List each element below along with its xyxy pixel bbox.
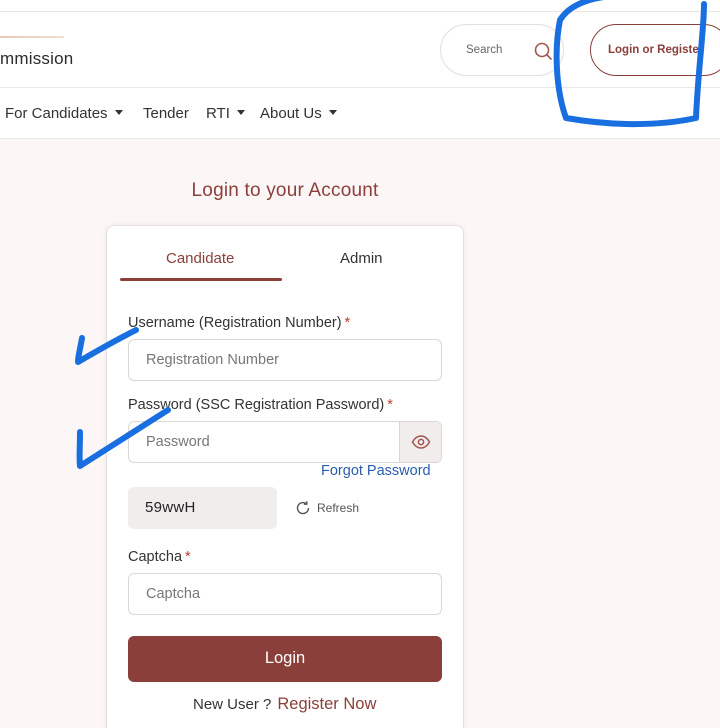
refresh-label: Refresh xyxy=(317,501,360,515)
captcha-code: 59wwH xyxy=(145,499,196,516)
top-strip xyxy=(0,0,720,12)
search-box[interactable]: Search xyxy=(440,24,564,76)
caret-down-icon xyxy=(236,110,245,115)
nav-item-tender[interactable]: Tender xyxy=(143,105,189,122)
eye-icon xyxy=(411,435,431,449)
nav-item-label: For Candidates xyxy=(5,105,108,122)
captcha-placeholder: Captcha xyxy=(146,586,201,602)
main-nav: For Candidates Tender RTI About Us xyxy=(0,88,720,139)
page-title: Login to your Account xyxy=(191,180,379,201)
login-submit-label: Login xyxy=(264,649,306,667)
new-user-row: New User ? Register Now xyxy=(193,695,376,714)
login-submit-button[interactable]: Login xyxy=(128,636,442,682)
login-register-button[interactable]: Login or Registe xyxy=(590,24,720,76)
new-user-text: New User ? xyxy=(193,696,272,713)
search-icon[interactable] xyxy=(533,41,553,61)
nav-item-rti[interactable]: RTI xyxy=(206,105,245,122)
nav-item-label: RTI xyxy=(206,105,230,122)
refresh-icon xyxy=(296,501,310,515)
nav-item-label: Tender xyxy=(143,105,189,122)
username-input[interactable]: Registration Number xyxy=(128,339,442,381)
captcha-label: Captcha * xyxy=(128,549,191,565)
brand-title: mmission xyxy=(0,49,74,68)
password-label: Password (SSC Registration Password) * xyxy=(128,397,393,413)
required-mark: * xyxy=(344,315,351,331)
caret-down-icon xyxy=(114,110,123,115)
captcha-image: 59wwH xyxy=(128,487,277,529)
forgot-password-link[interactable]: Forgot Password xyxy=(321,463,431,479)
password-placeholder: Password xyxy=(146,434,210,450)
nav-item-label: About Us xyxy=(260,105,322,122)
toggle-password-visibility[interactable] xyxy=(399,422,441,462)
register-now-link[interactable]: Register Now xyxy=(277,695,376,713)
required-mark: * xyxy=(185,549,191,565)
captcha-input[interactable]: Captcha xyxy=(128,573,442,615)
active-tab-indicator xyxy=(120,278,282,281)
nav-item-for-candidates[interactable]: For Candidates xyxy=(5,105,123,122)
login-card: Candidate Admin Username (Registration N… xyxy=(106,225,464,728)
refresh-captcha-button[interactable]: Refresh xyxy=(295,500,359,516)
username-label-text: Username (Registration Number) xyxy=(128,315,342,331)
tab-admin[interactable]: Admin xyxy=(340,250,383,267)
site-header: mmission Search Login or Registe xyxy=(0,12,720,88)
password-input[interactable]: Password xyxy=(128,421,442,463)
login-register-label: Login or Registe xyxy=(608,44,699,56)
brand-accent-line xyxy=(0,36,64,38)
caret-down-icon xyxy=(328,110,337,115)
username-label: Username (Registration Number) * xyxy=(128,315,350,331)
nav-item-about-us[interactable]: About Us xyxy=(260,105,337,122)
username-placeholder: Registration Number xyxy=(146,352,279,368)
password-label-text: Password (SSC Registration Password) xyxy=(128,397,385,413)
search-placeholder: Search xyxy=(466,44,503,56)
captcha-label-text: Captcha xyxy=(128,549,183,565)
required-mark: * xyxy=(387,397,393,413)
tab-candidate[interactable]: Candidate xyxy=(166,250,234,267)
